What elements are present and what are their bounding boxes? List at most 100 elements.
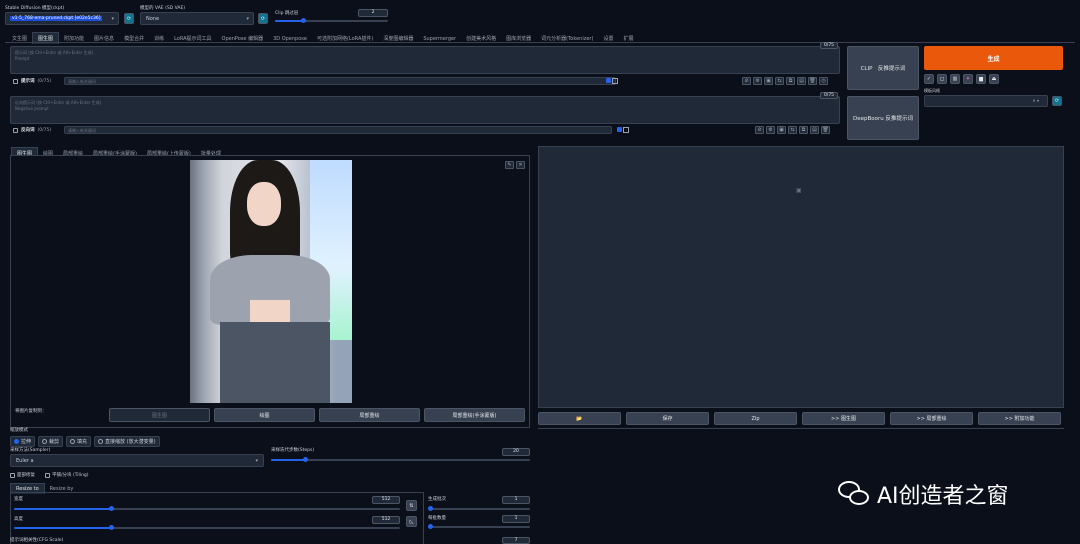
- prompt-token-counter: 0/75: [820, 42, 838, 49]
- style-magic-icon[interactable]: ✦: [963, 74, 973, 84]
- trash-icon[interactable]: 🗑: [821, 126, 830, 134]
- refresh-model-icon[interactable]: ⟳: [124, 13, 134, 24]
- trash-icon[interactable]: 🗑: [808, 77, 817, 85]
- batch-count-slider[interactable]: [428, 506, 530, 511]
- output-button[interactable]: >> 图生图: [802, 412, 885, 425]
- clear-icon[interactable]: ✕ ▾: [1032, 98, 1039, 103]
- style-tools: ✓ ◻ ▥ ✦ ▆ ⏏: [924, 74, 999, 84]
- cfg-number[interactable]: 7: [502, 537, 530, 544]
- wechat-icon: [838, 481, 872, 507]
- width-knob[interactable]: [108, 506, 114, 511]
- width-slider[interactable]: [14, 506, 400, 511]
- output-button[interactable]: 保存: [626, 412, 709, 425]
- negative-keyword-placeholder: 请输入新关键词: [68, 128, 96, 133]
- resize-option[interactable]: 拉伸: [10, 436, 36, 447]
- sampler-select[interactable]: Euler a ▾: [10, 454, 264, 467]
- refresh-vae-icon[interactable]: ⟳: [258, 13, 268, 24]
- batch-count-number[interactable]: 1: [502, 496, 530, 504]
- copy-icon[interactable]: ⧉: [799, 126, 808, 134]
- swap-dimensions-icon[interactable]: ⇅: [406, 500, 417, 511]
- steps-knob[interactable]: [302, 457, 308, 462]
- edit-icon[interactable]: ✎: [505, 161, 514, 169]
- steps-label: 采样迭代步数(Steps): [271, 448, 315, 453]
- prompt-textarea[interactable]: 提示词 (按 Ctrl+Enter 或 Alt+Enter 生成) Prompt: [10, 46, 840, 74]
- prompt-checkbox-a[interactable]: [606, 78, 611, 83]
- prompt-label: 提示词: [21, 79, 35, 84]
- option-checkbox[interactable]: 面部修复: [10, 472, 35, 478]
- settings-icon[interactable]: ⚙: [753, 77, 762, 85]
- translate-icon[interactable]: ⇆: [775, 77, 784, 85]
- negative-checkbox-b[interactable]: [623, 127, 629, 133]
- close-icon[interactable]: ✕: [516, 161, 525, 169]
- clear-icon[interactable]: ⊘: [755, 126, 764, 134]
- image-placeholder-icon: ▣: [796, 187, 802, 194]
- check-icon[interactable]: ✓: [924, 74, 934, 84]
- sd-model-select[interactable]: v1-5_768-ema-pruned.ckpt [e02e5c36] ▾: [5, 12, 119, 25]
- copy-to-button[interactable]: 局部重绘: [319, 408, 420, 422]
- settings-icon[interactable]: ⚙: [766, 126, 775, 134]
- batch-size-knob[interactable]: [428, 524, 433, 529]
- aspect-ratio-icon[interactable]: ◺: [406, 516, 417, 527]
- output-button[interactable]: Zip: [714, 412, 797, 425]
- image-upload-area[interactable]: ✎ ✕ 将图片复制到： 图生图 绘图 局部重绘 局部重绘(手涂蒙版): [10, 155, 530, 428]
- prompt-checkbox-b[interactable]: [612, 78, 618, 84]
- copy-icon[interactable]: ⧉: [786, 77, 795, 85]
- clip-skip-slider[interactable]: [275, 18, 388, 23]
- prompt-collapse-checkbox[interactable]: [13, 78, 18, 84]
- deepbooru-interrogate-button[interactable]: DeepBooru 反推提示词: [847, 96, 919, 140]
- height-number[interactable]: 512: [372, 516, 400, 524]
- copy-to-button[interactable]: 绘图: [214, 408, 315, 422]
- translate-icon[interactable]: ⇆: [788, 126, 797, 134]
- vae-value: None: [146, 15, 160, 22]
- prompt-tools-row: 提示词 (0/75): [13, 78, 51, 84]
- negative-collapse-checkbox[interactable]: [13, 127, 18, 133]
- negative-checkbox-a[interactable]: [617, 127, 622, 132]
- copy-to-button[interactable]: 局部重绘(手涂蒙版): [424, 408, 525, 422]
- negative-prompt-textarea[interactable]: 反向提示词 (按 Ctrl+Enter 或 Alt+Enter 生成) Nega…: [10, 96, 840, 124]
- resize-option[interactable]: 填充: [66, 436, 92, 447]
- negative-label: 反向词: [21, 128, 35, 133]
- output-gallery: ▣: [538, 146, 1064, 408]
- clip-interrogate-button[interactable]: CLIP 反推提示词: [847, 46, 919, 90]
- history-icon[interactable]: ◷: [819, 77, 828, 85]
- batch-count-knob[interactable]: [428, 506, 433, 511]
- paste-icon[interactable]: ▤: [797, 77, 806, 85]
- height-label: 高度: [14, 517, 23, 522]
- save-style-icon[interactable]: ▆: [976, 74, 986, 84]
- negative-token-counter: 0/75: [820, 92, 838, 99]
- clip-skip-knob[interactable]: [301, 18, 307, 23]
- style-select[interactable]: ✕ ▾: [924, 95, 1048, 107]
- output-button[interactable]: >> 局部重绘: [890, 412, 973, 425]
- option-checkbox[interactable]: 平铺/分块 (Tiling): [45, 472, 89, 478]
- vae-select[interactable]: None ▾: [140, 12, 254, 25]
- paste-icon[interactable]: ▤: [810, 126, 819, 134]
- resize-option[interactable]: 裁剪: [38, 436, 64, 447]
- trash-icon[interactable]: ▥: [950, 74, 960, 84]
- batch-size-slider[interactable]: [428, 524, 530, 529]
- negative-keyword-input[interactable]: 请输入新关键词: [64, 126, 612, 134]
- prompt-toolbar: ⊘ ⚙ ▣ ⇆ ⧉ ▤ 🗑 ◷: [740, 77, 828, 85]
- apply-style-icon[interactable]: ⏏: [989, 74, 999, 84]
- output-button[interactable]: >> 附加功能: [978, 412, 1061, 425]
- height-knob[interactable]: [108, 525, 114, 530]
- clip-skip-number[interactable]: 2: [358, 9, 388, 17]
- output-button[interactable]: 📂: [538, 412, 621, 425]
- batch-size-number[interactable]: 1: [502, 515, 530, 523]
- prompt-keyword-input[interactable]: 请输入新关键词: [64, 77, 616, 85]
- clip-skip-label: Clip 跳过层: [275, 11, 299, 16]
- clear-icon[interactable]: ⊘: [742, 77, 751, 85]
- photo-waist: [250, 300, 290, 322]
- clipboard-icon[interactable]: ◻: [937, 74, 947, 84]
- copy-to-button[interactable]: 图生图: [109, 408, 210, 422]
- steps-number[interactable]: 20: [502, 448, 530, 456]
- refresh-styles-icon[interactable]: ⟳: [1052, 96, 1062, 106]
- image-icon[interactable]: ▣: [764, 77, 773, 85]
- generate-button[interactable]: 生成: [924, 46, 1063, 70]
- width-number[interactable]: 512: [372, 496, 400, 504]
- photo-face: [247, 182, 281, 226]
- steps-slider[interactable]: [271, 457, 530, 462]
- image-icon[interactable]: ▣: [777, 126, 786, 134]
- radio-icon: [70, 439, 76, 444]
- height-slider[interactable]: [14, 525, 400, 530]
- resize-option[interactable]: 直接缩放 (放大潜变量): [94, 436, 160, 447]
